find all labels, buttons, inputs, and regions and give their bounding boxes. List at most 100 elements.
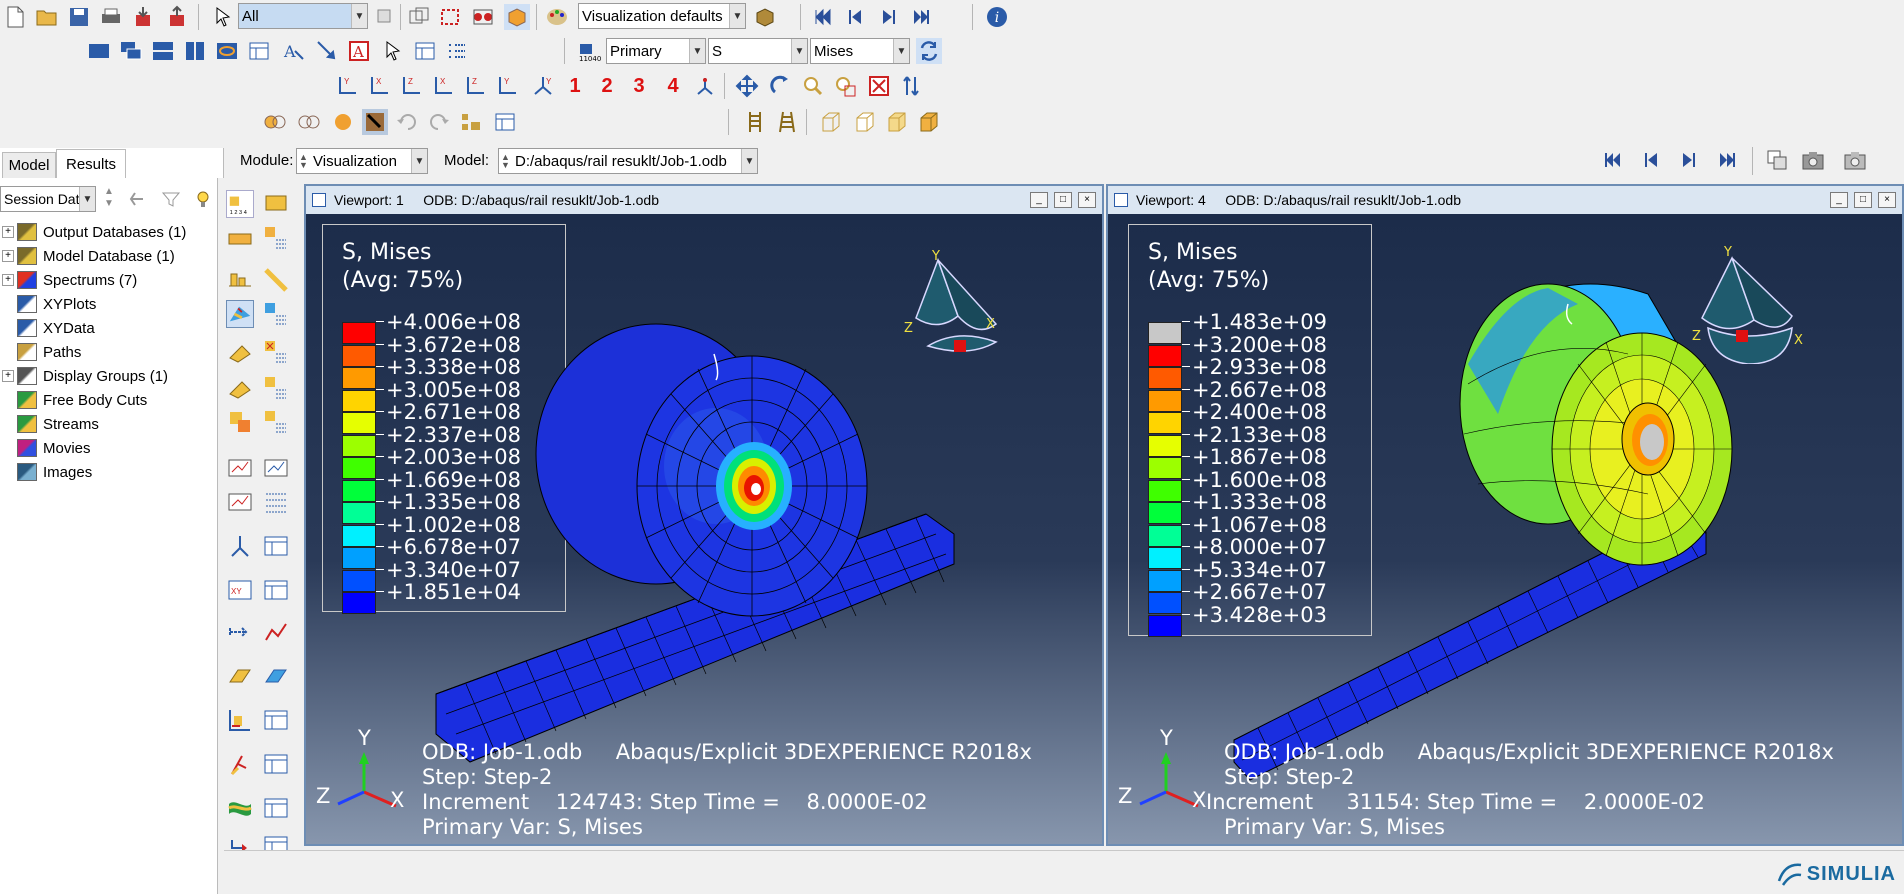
wire-cube-icon[interactable] [818, 109, 844, 135]
viewport-cascade-icon[interactable] [118, 38, 144, 64]
view-bottom-icon[interactable]: X [430, 73, 456, 99]
viewport-horizontal-icon[interactable] [150, 38, 176, 64]
contour-settings-icon[interactable] [262, 300, 290, 328]
xy-plot-icon[interactable] [262, 618, 290, 646]
tree-item[interactable]: + Display Groups (1) [0, 364, 168, 388]
symbol-options-icon[interactable] [262, 266, 290, 294]
query-icon[interactable] [362, 109, 388, 135]
collapse-tree-icon[interactable] [126, 186, 152, 212]
free-body-icon[interactable] [262, 662, 290, 690]
display-group-create-icon[interactable] [226, 706, 254, 734]
import-icon[interactable] [130, 4, 156, 30]
camera-snapshot-icon[interactable] [1842, 147, 1868, 173]
open-folder-icon[interactable] [34, 4, 60, 30]
tree-item[interactable]: XYData [0, 316, 95, 340]
node-select-icon[interactable] [470, 4, 496, 30]
animate-scale-icon[interactable] [226, 454, 254, 482]
module-combo[interactable]: ▲ ▼ Visualization ▼ [296, 148, 428, 174]
view-back-icon[interactable]: X [366, 73, 392, 99]
viewport-4[interactable]: Viewport: 4 ODB: D:/abaqus/rail resuklt/… [1106, 184, 1904, 846]
view-number-2-button[interactable]: 2 [594, 73, 620, 99]
auto-fit-icon[interactable] [866, 73, 892, 99]
pan-icon[interactable] [734, 73, 760, 99]
next-frame-icon[interactable] [876, 4, 902, 30]
field-invariant-combo[interactable]: Mises ▼ [810, 38, 910, 64]
ladder-alt-icon[interactable] [774, 109, 800, 135]
next-frame-icon[interactable] [1676, 147, 1702, 173]
save-icon[interactable] [66, 4, 92, 30]
model-combo[interactable]: ▲ ▼ D:/abaqus/rail resuklt/Job-1.odb ▼ [498, 148, 758, 174]
overlay-plot-icon[interactable] [226, 794, 254, 822]
text-annotation-icon[interactable]: A [280, 38, 306, 64]
expand-icon[interactable]: + [2, 250, 14, 262]
view-front-icon[interactable]: Y [334, 73, 360, 99]
plot-material-orientation-icon[interactable] [226, 338, 254, 366]
view-number-3-button[interactable]: 3 [626, 73, 652, 99]
viewport-menu-icon[interactable] [1114, 193, 1128, 207]
render-wireframe-icon[interactable] [296, 109, 322, 135]
plot-symbols-icon[interactable] [226, 266, 254, 294]
table-options-icon[interactable] [492, 109, 518, 135]
link-viewports-icon[interactable] [214, 38, 240, 64]
create-path-icon[interactable] [226, 618, 254, 646]
field-variable-combo[interactable]: S ▼ [708, 38, 808, 64]
hidden-cube-icon[interactable] [852, 109, 878, 135]
plot-deformed-icon[interactable] [262, 190, 290, 218]
select-arrow-icon[interactable] [210, 4, 236, 30]
report-icon[interactable] [262, 750, 290, 778]
first-frame-icon[interactable] [810, 4, 836, 30]
shaded-cube-icon[interactable] [916, 109, 942, 135]
selection-filter-combo[interactable]: All ▼ [238, 3, 368, 29]
text-box-icon[interactable]: A [346, 38, 372, 64]
expand-icon[interactable]: + [2, 370, 14, 382]
previous-frame-icon[interactable] [1638, 147, 1664, 173]
viewport-menu-icon[interactable] [312, 193, 326, 207]
tab-results[interactable]: Results [56, 149, 126, 179]
animate-time-icon[interactable] [262, 454, 290, 482]
tree-item[interactable]: + Spectrums (7) [0, 268, 137, 292]
box-zoom-icon[interactable] [438, 4, 464, 30]
expand-icon[interactable]: + [2, 226, 14, 238]
overlay-manager-icon[interactable] [262, 794, 290, 822]
list-options-icon[interactable] [444, 38, 470, 64]
redo-icon[interactable] [426, 109, 452, 135]
maximize-icon[interactable]: □ [1054, 192, 1072, 208]
first-frame-icon[interactable] [1600, 147, 1626, 173]
plot-contour-deformed-icon[interactable] [226, 300, 254, 328]
viewport-4-canvas[interactable]: S, Mises (Avg: 75%) +1.483e+09 +3.200e+08… [1108, 214, 1902, 844]
tree-item[interactable]: + Output Databases (1) [0, 220, 186, 244]
common-options-icon[interactable] [262, 408, 290, 436]
previous-frame-icon[interactable] [842, 4, 868, 30]
tree-item[interactable]: XYPlots [0, 292, 96, 316]
view-left-icon[interactable]: Z [462, 73, 488, 99]
view-right-icon[interactable]: Y [494, 73, 520, 99]
viewport-vertical-icon[interactable] [182, 38, 208, 64]
annotation-manager-icon[interactable] [412, 38, 438, 64]
animation-options-icon[interactable] [262, 488, 290, 516]
export-icon[interactable] [164, 4, 190, 30]
close-icon[interactable]: × [1078, 192, 1096, 208]
camera-movie-icon[interactable] [1800, 147, 1826, 173]
tab-model[interactable]: Model [2, 152, 56, 178]
plot-contours-icon[interactable] [226, 224, 254, 252]
arrow-annotation-icon[interactable] [314, 38, 340, 64]
box-zoom-view-icon[interactable] [832, 73, 858, 99]
plot-tensor-icon[interactable] [226, 374, 254, 402]
part-instance-icon[interactable] [504, 4, 530, 30]
viewport-1-canvas[interactable]: S, Mises (Avg: 75%) +4.006e+08 +3.672e+08… [306, 214, 1102, 844]
pointer-annotation-icon[interactable] [380, 38, 406, 64]
tree-item[interactable]: Movies [0, 436, 91, 460]
reorder-arrows-icon[interactable]: ▲ ▼ [104, 186, 118, 212]
tensor-options-icon[interactable] [262, 374, 290, 402]
field-output-icon[interactable]: 11040 [576, 38, 602, 64]
ladder-tool-icon[interactable] [742, 109, 768, 135]
selection-options-icon[interactable] [372, 4, 398, 30]
close-icon[interactable]: × [1878, 192, 1896, 208]
magnify-icon[interactable] [800, 73, 826, 99]
contour-options-icon[interactable] [262, 224, 290, 252]
last-frame-icon[interactable] [908, 4, 934, 30]
view-top-icon[interactable]: Z [398, 73, 424, 99]
filled-cube-icon[interactable] [884, 109, 910, 135]
field-position-combo[interactable]: Primary ▼ [606, 38, 706, 64]
view-cut-icon[interactable] [226, 532, 254, 560]
